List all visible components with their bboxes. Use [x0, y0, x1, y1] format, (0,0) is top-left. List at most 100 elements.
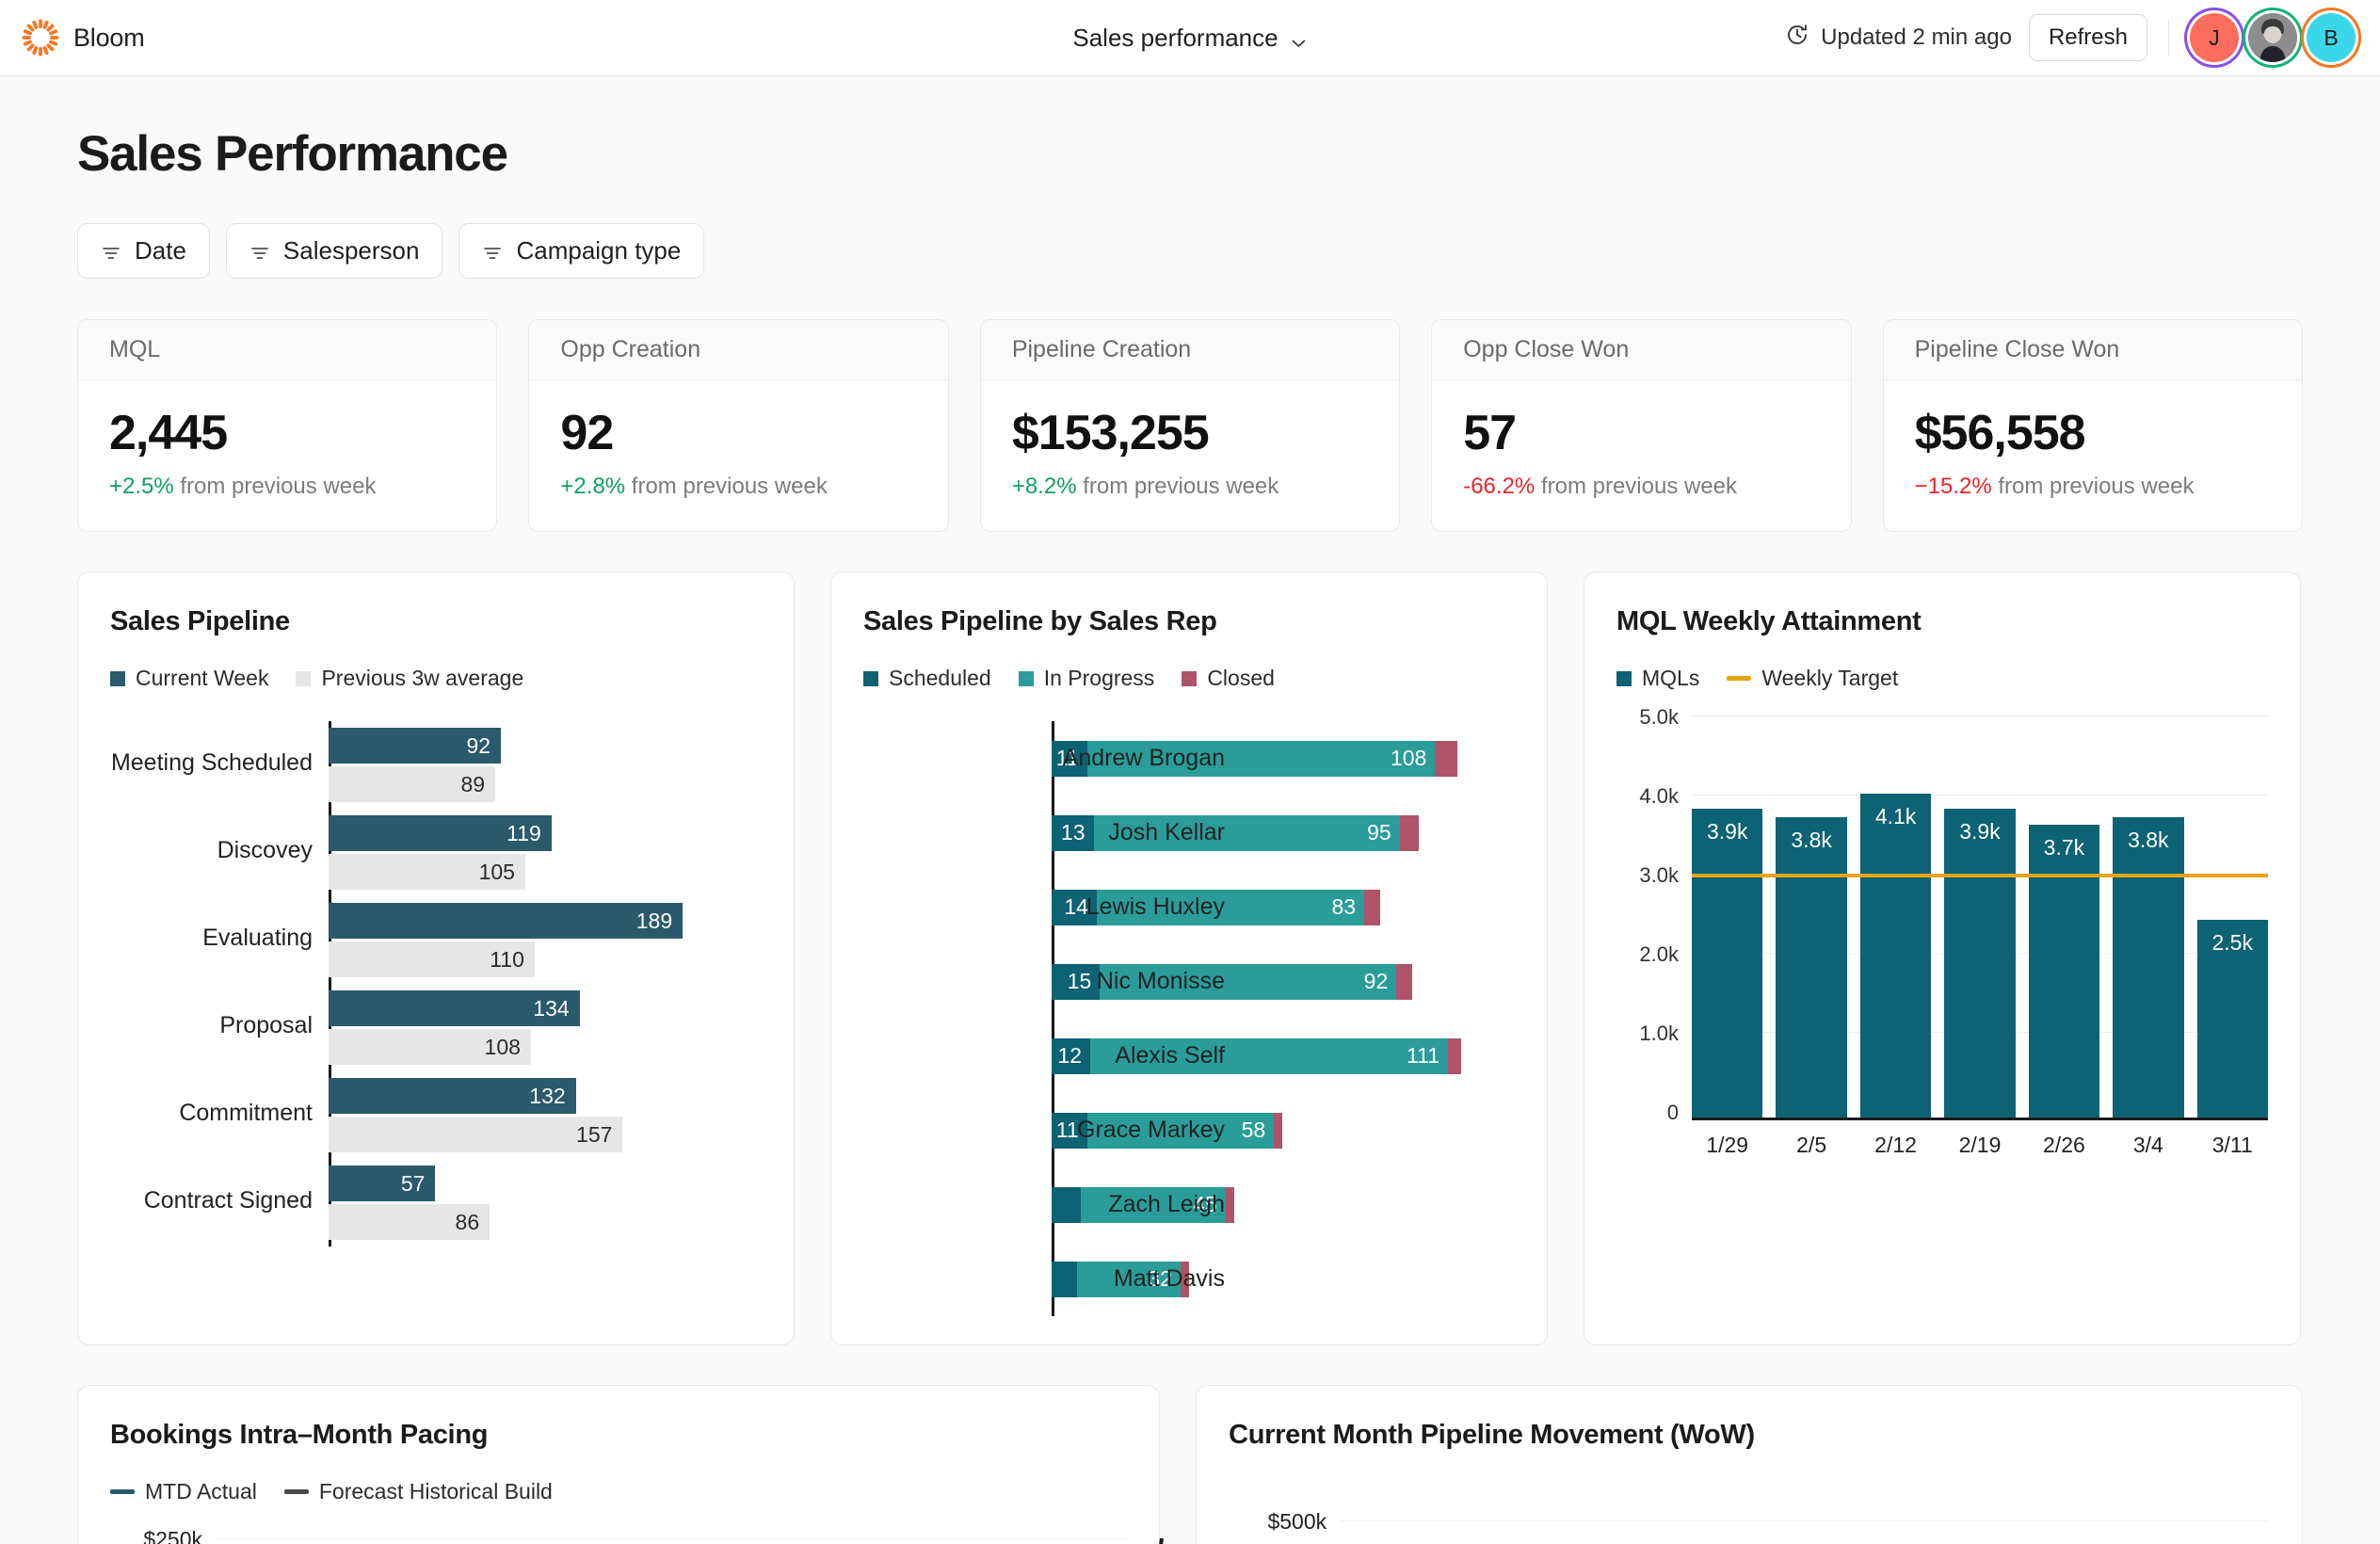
pacing-series: [1159, 1537, 1164, 1544]
filter-icon: [249, 241, 270, 262]
card-mql-attainment: MQL Weekly Attainment MQLs Weekly Target…: [1584, 571, 2301, 1345]
avatar-initial: B: [2324, 24, 2339, 50]
avatar-group: J B: [2190, 13, 2356, 62]
category-label: Meeting Scheduled: [110, 749, 313, 776]
category-label: Discovey: [217, 837, 313, 863]
bar-mql: 3.8k: [2113, 816, 2184, 1118]
legend-label: Current Week: [136, 666, 269, 690]
x-tick: 3/11: [2211, 1133, 2253, 1157]
filter-campaign-type[interactable]: Campaign type: [458, 223, 705, 279]
avatar[interactable]: [2248, 13, 2297, 62]
x-tick: 2/5: [1796, 1133, 1827, 1157]
filter-label: Campaign type: [516, 236, 682, 265]
kpi-card: Opp Creation 92 +2.8% from previous week: [528, 319, 949, 532]
legend-label: Weekly Target: [1761, 666, 1899, 690]
legend-item: Weekly Target: [1727, 666, 1898, 691]
kpi-delta: −15.2% from previous week: [1915, 474, 2271, 500]
x-tick: 3/4: [2132, 1133, 2163, 1157]
bar-segment-closed: [1399, 814, 1420, 851]
kpi-delta: -66.2% from previous week: [1463, 474, 1819, 500]
filter-icon: [101, 241, 121, 262]
legend: MTD Actual Forecast Historical Build: [110, 1479, 1127, 1504]
y-tick: 1.0k: [1639, 1021, 1679, 1045]
kpi-delta-pct: +8.2%: [1011, 474, 1077, 499]
kpi-delta: +2.5% from previous week: [109, 474, 465, 500]
kpi-label: MQL: [78, 320, 497, 380]
chart-row: Josh Kellar 13 95: [1052, 796, 1515, 870]
kpi-card: Pipeline Close Won $56,558 −15.2% from pre…: [1882, 319, 2304, 532]
legend-swatch: [110, 670, 125, 686]
kpi-label: Pipeline Close Won: [1883, 320, 2303, 380]
kpi-delta-pct: +2.5%: [109, 474, 174, 499]
bar-current-week: 134: [329, 990, 580, 1026]
chart-row: 134 108: [329, 984, 762, 1071]
legend-line: [110, 1489, 135, 1494]
bar-previous-average: 157: [329, 1117, 623, 1152]
card-title: Sales Pipeline by Sales Rep: [863, 606, 1217, 636]
kpi-label: Pipeline Creation: [980, 320, 1400, 380]
kpi-row: MQL 2,445 +2.5% from previous week Opp Crea…: [77, 319, 2304, 532]
chart-row: 92 89: [329, 721, 762, 809]
bar-segment-closed: [1396, 963, 1413, 1000]
bar-segment-closed: [1274, 1112, 1283, 1149]
refresh-button[interactable]: Refresh: [2028, 14, 2147, 61]
bar-value-label: 3.8k: [1791, 827, 1832, 852]
x-tick: 2/26: [2043, 1133, 2085, 1157]
legend-item: In Progress: [1018, 666, 1155, 691]
y-tick: $250k: [143, 1527, 202, 1544]
legend-swatch: [296, 670, 312, 686]
chart-row: Zach Leigh 45: [1052, 1167, 1515, 1242]
kpi-card: Opp Close Won 57 -66.2% from previous week: [1431, 319, 1852, 532]
bar-mql: 3.7k: [2028, 825, 2100, 1118]
filter-label: Date: [135, 236, 186, 265]
legend-item: Scheduled: [863, 666, 991, 691]
legend-item: Current Week: [110, 666, 268, 691]
document-title: Sales performance: [1072, 23, 1278, 52]
kpi-card: MQL 2,445 +2.5% from previous week: [77, 319, 498, 532]
legend-label: In Progress: [1043, 666, 1155, 690]
kpi-delta-pct: +2.8%: [560, 474, 626, 499]
bar-previous-average: 86: [329, 1204, 490, 1240]
kpi-delta: +8.2% from previous week: [1012, 474, 1368, 500]
bar-mql: 3.9k: [1944, 809, 2016, 1118]
chart-row-2: Bookings Intra–Month Pacing MTD Actual F…: [77, 1385, 2303, 1544]
page-title: Sales Performance: [77, 126, 508, 182]
chevron-down-icon: [1291, 29, 1308, 47]
category-label: Proposal: [219, 1012, 313, 1038]
avatar[interactable]: B: [2307, 13, 2356, 62]
category-label: Nic Monisse: [1096, 968, 1225, 994]
bar-value-label: 3.9k: [1706, 819, 1748, 844]
category-label: Andrew Brogan: [1062, 745, 1225, 771]
gridline: [1340, 1520, 2270, 1521]
chart-row: 57 86: [329, 1159, 762, 1246]
kpi-delta-suffix: from previous week: [1083, 474, 1279, 499]
document-switcher[interactable]: Sales performance: [1072, 24, 1307, 53]
kpi-delta: +2.8% from previous week: [560, 474, 916, 500]
page-body: Sales Performance Date Salesperson Campa…: [0, 125, 2380, 1544]
filter-salesperson[interactable]: Salesperson: [225, 223, 443, 279]
kpi-delta-suffix: from previous week: [180, 474, 377, 499]
brand[interactable]: Bloom: [21, 18, 145, 57]
kpi-label: Opp Creation: [529, 320, 948, 380]
weekly-target-line: [1692, 874, 2268, 877]
category-label: Lewis Huxley: [1085, 893, 1225, 920]
avatar[interactable]: J: [2190, 13, 2239, 62]
bar-value-label: 3.8k: [2128, 827, 2169, 852]
bar-current-week: 57: [329, 1166, 436, 1201]
kpi-value: 2,445: [109, 406, 228, 460]
card-bookings-pacing: Bookings Intra–Month Pacing MTD Actual F…: [77, 1385, 1164, 1544]
avatar-photo: [2248, 13, 2297, 62]
category-label: Contract Signed: [143, 1187, 313, 1214]
kpi-label: Opp Close Won: [1432, 320, 1851, 380]
bar-mql: 4.1k: [1859, 793, 1932, 1118]
kpi-delta-suffix: from previous week: [1540, 474, 1738, 499]
card-title: MQL Weekly Attainment: [1616, 606, 1922, 636]
divider: [2168, 19, 2169, 56]
y-tick: 3.0k: [1639, 863, 1679, 887]
clock-refresh-icon: [1785, 23, 1809, 54]
bar-previous-average: 110: [329, 941, 535, 977]
legend: MQLs Weekly Target: [1616, 666, 2268, 691]
kpi-delta-pct: −15.2%: [1914, 474, 1992, 499]
bar-segment-closed: [1435, 740, 1458, 777]
filter-date[interactable]: Date: [77, 223, 210, 279]
